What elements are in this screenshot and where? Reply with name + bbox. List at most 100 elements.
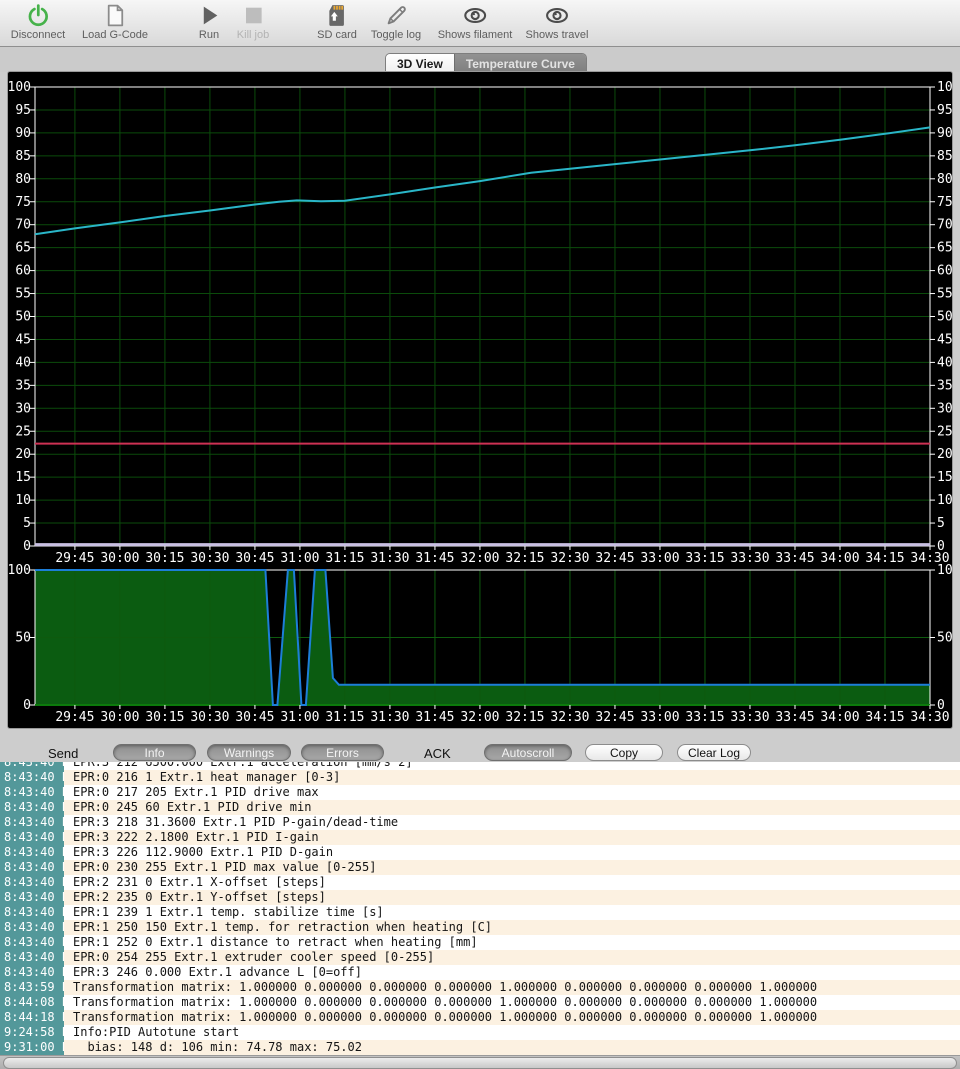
svg-text:32:45: 32:45 (595, 551, 634, 566)
svg-text:34:30: 34:30 (910, 710, 949, 725)
svg-text:33:15: 33:15 (685, 551, 724, 566)
log-message: EPR:1 252 0 Extr.1 distance to retract w… (64, 935, 478, 950)
log-view[interactable]: 8:43:40 PM EPR:3 212 6500.000 Extr.1 acce… (0, 762, 960, 1055)
log-timestamp: 9:31:00 PM (0, 1040, 64, 1055)
log-row: 8:43:40 PMEPR:1 239 1 Extr.1 temp. stabi… (0, 905, 960, 920)
toolbar: Disconnect Load G-Code Run Kill job (0, 0, 960, 47)
svg-text:60: 60 (937, 264, 952, 279)
log-message: EPR:3 222 2.1800 Extr.1 PID I-gain (64, 830, 319, 845)
log-message: EPR:1 250 150 Extr.1 temp. for retractio… (64, 920, 492, 935)
toolbar-label: SD card (317, 29, 357, 41)
disconnect-button[interactable]: Disconnect (11, 3, 65, 41)
log-message: EPR:0 217 205 Extr.1 PID drive max (64, 785, 319, 800)
log-row: 9:24:58 PMInfo:PID Autotune start (0, 1025, 960, 1040)
svg-text:34:00: 34:00 (820, 710, 859, 725)
svg-text:30:30: 30:30 (190, 551, 229, 566)
log-timestamp: 8:43:59 PM (0, 980, 64, 995)
temperature-charts: 0055101015152020252530303535404045455050… (8, 72, 952, 728)
log-row: 8:43:40 PMEPR:0 217 205 Extr.1 PID drive… (0, 785, 960, 800)
log-rows: 8:43:40 PM EPR:3 212 6500.000 Extr.1 acce… (0, 762, 960, 1055)
svg-text:10: 10 (15, 493, 31, 508)
sd-card-button[interactable]: SD card (317, 3, 357, 41)
svg-text:33:00: 33:00 (640, 551, 679, 566)
log-timestamp: 8:43:40 PM (0, 950, 64, 965)
log-timestamp: 8:43:40 PM (0, 830, 64, 845)
copy-button[interactable]: Copy (585, 744, 663, 761)
kill-job-button[interactable]: Kill job (237, 3, 269, 41)
svg-text:31:15: 31:15 (325, 551, 364, 566)
shows-travel-button[interactable]: Shows travel (526, 3, 589, 41)
svg-text:33:45: 33:45 (775, 710, 814, 725)
log-timestamp: 8:43:40 PM (0, 935, 64, 950)
svg-text:55: 55 (937, 287, 952, 302)
log-toolbar: Send Info Warnings Errors ACK Autoscroll… (0, 728, 960, 762)
svg-text:34:15: 34:15 (865, 710, 904, 725)
svg-text:75: 75 (937, 195, 952, 210)
view-tab-bar: 3D View Temperature Curve (0, 47, 960, 72)
svg-text:30:30: 30:30 (190, 710, 229, 725)
log-message: EPR:3 226 112.9000 Extr.1 PID D-gain (64, 845, 333, 860)
log-message: Info:PID Autotune start (64, 1025, 239, 1040)
info-toggle[interactable]: Info (113, 744, 196, 761)
svg-text:25: 25 (15, 424, 31, 439)
svg-text:40: 40 (15, 355, 31, 370)
log-message: EPR:2 231 0 Extr.1 X-offset [steps] (64, 875, 326, 890)
log-timestamp: 8:43:40 PM (0, 875, 64, 890)
log-message: Transformation matrix: 1.000000 0.000000… (64, 995, 817, 1010)
svg-text:100: 100 (937, 80, 952, 95)
log-row: 8:43:40 PMEPR:1 252 0 Extr.1 distance to… (0, 935, 960, 950)
log-timestamp: 8:44:08 PM (0, 995, 64, 1010)
svg-text:15: 15 (15, 470, 31, 485)
svg-text:32:30: 32:30 (550, 710, 589, 725)
log-row: 8:43:40 PMEPR:0 216 1 Extr.1 heat manage… (0, 770, 960, 785)
svg-text:30:45: 30:45 (235, 551, 274, 566)
run-button[interactable]: Run (197, 3, 222, 41)
stop-square-icon (241, 3, 266, 28)
log-row: 8:43:40 PMEPR:3 212 6500.000 Extr.1 acce… (0, 762, 960, 770)
log-row: 8:43:40 PMEPR:1 250 150 Extr.1 temp. for… (0, 920, 960, 935)
sd-card-icon (325, 3, 350, 28)
clear-log-button[interactable]: Clear Log (677, 744, 751, 761)
svg-text:45: 45 (15, 332, 31, 347)
svg-text:34:15: 34:15 (865, 551, 904, 566)
warnings-toggle[interactable]: Warnings (207, 744, 291, 761)
svg-text:30: 30 (937, 401, 952, 416)
svg-text:80: 80 (937, 172, 952, 187)
svg-text:33:30: 33:30 (730, 710, 769, 725)
svg-text:65: 65 (937, 241, 952, 256)
svg-text:32:00: 32:00 (460, 710, 499, 725)
scrollbar-thumb[interactable] (3, 1057, 957, 1069)
log-timestamp: 9:24:58 PM (0, 1025, 64, 1040)
svg-text:50: 50 (15, 631, 31, 646)
power-icon (25, 3, 50, 28)
errors-toggle[interactable]: Errors (301, 744, 384, 761)
log-message: EPR:0 216 1 Extr.1 heat manager [0-3] (64, 770, 340, 785)
svg-text:0: 0 (23, 698, 31, 713)
load-gcode-button[interactable]: Load G-Code (82, 3, 148, 41)
svg-text:35: 35 (15, 378, 31, 393)
svg-text:100: 100 (937, 563, 952, 578)
log-row: 8:43:40 PMEPR:2 231 0 Extr.1 X-offset [s… (0, 875, 960, 890)
autoscroll-toggle[interactable]: Autoscroll (484, 744, 572, 761)
log-message: EPR:0 230 255 Extr.1 PID max value [0-25… (64, 860, 376, 875)
log-row: 8:43:40 PMEPR:0 254 255 Extr.1 extruder … (0, 950, 960, 965)
toolbar-label: Load G-Code (82, 29, 148, 41)
svg-text:10: 10 (937, 493, 952, 508)
ack-label[interactable]: ACK (424, 746, 451, 761)
svg-text:31:30: 31:30 (370, 710, 409, 725)
svg-text:34:00: 34:00 (820, 551, 859, 566)
svg-text:100: 100 (8, 563, 31, 578)
horizontal-scrollbar[interactable] (0, 1055, 960, 1069)
log-message: bias: 148 d: 106 min: 74.78 max: 75.02 (64, 1040, 362, 1055)
svg-text:32:00: 32:00 (460, 551, 499, 566)
log-message: EPR:0 254 255 Extr.1 extruder cooler spe… (64, 950, 434, 965)
svg-text:32:15: 32:15 (505, 710, 544, 725)
shows-filament-button[interactable]: Shows filament (438, 3, 513, 41)
svg-text:70: 70 (937, 218, 952, 233)
log-message: EPR:3 212 6500.000 Extr.1 acceleration [… (64, 762, 413, 770)
toggle-log-button[interactable]: Toggle log (371, 3, 421, 41)
svg-text:85: 85 (937, 149, 952, 164)
send-label[interactable]: Send (48, 746, 78, 761)
log-timestamp: 8:43:40 PM (0, 905, 64, 920)
svg-text:31:45: 31:45 (415, 551, 454, 566)
